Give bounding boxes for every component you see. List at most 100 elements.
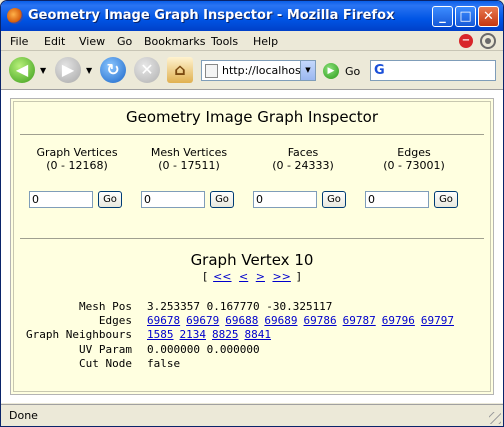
edge-link[interactable]: 69786 [304,314,337,327]
close-button[interactable]: ✕ [478,6,499,27]
title-bar[interactable]: Geometry Image Graph Inspector - Mozilla… [1,1,503,31]
neighbour-link[interactable]: 8841 [245,328,272,341]
menu-bookmarks[interactable]: Bookmarks [144,35,205,48]
graph-neighbours-row: Graph Neighbours 1585 2134 8825 8841 [14,328,490,342]
page-title: Geometry Image Graph Inspector [125,108,379,126]
mesh-vertex-input[interactable] [141,191,205,208]
vertex-title: Graph Vertex 10 [190,251,314,269]
edge-link[interactable]: 69688 [225,314,258,327]
prev-vertex-link[interactable]: < [239,270,248,283]
home-button[interactable]: ⌂ [167,57,193,83]
graph-vertices-column: Graph Vertices (0 - 12168) [22,146,132,172]
window-title: Geometry Image Graph Inspector - Mozilla… [28,8,395,23]
back-dropdown-icon[interactable]: ▼ [40,66,46,75]
neighbour-link[interactable]: 8825 [212,328,239,341]
inspector-inner-frame: Geometry Image Graph Inspector Graph Ver… [13,101,491,392]
mesh-vertices-caption: Mesh Vertices [150,146,228,159]
last-vertex-link[interactable]: >> [272,270,290,283]
back-arrow-icon: ◀ [15,60,29,79]
face-input[interactable] [253,191,317,208]
back-button[interactable]: ◀ [9,57,35,83]
edge-input[interactable] [365,191,429,208]
forward-dropdown-icon[interactable]: ▼ [86,66,92,75]
divider-middle [20,238,484,239]
page-icon [205,64,218,78]
menu-go[interactable]: Go [117,35,132,48]
edges-links: 69678 69679 69688 69689 69786 69787 69796 69797 [147,314,460,328]
cut-node-value: false [147,356,181,370]
status-text: Done [9,409,38,422]
graph-vertices-range: (0 - 12168) [46,159,108,172]
url-input[interactable] [222,63,300,78]
nav-open-bracket: [ [203,270,208,283]
reload-icon: ↻ [106,60,120,79]
edge-link[interactable]: 69689 [264,314,297,327]
edge-link[interactable]: 69796 [382,314,415,327]
menu-file[interactable]: File [10,35,28,48]
address-bar[interactable]: ▼ [201,60,316,81]
mesh-pos-row: Mesh Pos 3.253357 0.167770 -30.325117 [14,300,490,314]
mesh-vertex-go-button[interactable]: Go [210,191,234,208]
faces-column: Faces (0 - 24333) [248,146,358,172]
google-search-icon[interactable]: G [374,63,390,78]
faces-range: (0 - 24333) [272,159,334,172]
edge-link[interactable]: 69679 [186,314,219,327]
menu-bar: File Edit View Go Bookmarks Tools Help − [1,31,503,51]
face-go-button[interactable]: Go [322,191,346,208]
vertex-navigation: [ << < > >> ] [14,270,490,283]
navigation-toolbar: ◀ ▼ ▶ ▼ ↻ ✕ ⌂ ▼ ▶ Go G [1,52,503,90]
home-icon: ⌂ [174,60,186,79]
graph-vertex-input[interactable] [29,191,93,208]
menu-view[interactable]: View [79,35,105,48]
faces-caption: Faces [287,146,319,159]
edges-range: (0 - 73001) [383,159,445,172]
mesh-vertices-range: (0 - 17511) [158,159,220,172]
edge-link[interactable]: 69797 [421,314,454,327]
edge-link[interactable]: 69787 [343,314,376,327]
throbber-icon [480,33,496,49]
first-vertex-link[interactable]: << [213,270,231,283]
graph-neighbours-label: Graph Neighbours [26,328,132,342]
forward-button[interactable]: ▶ [55,57,81,83]
uv-param-value: 0.000000 0.000000 [147,342,260,356]
mesh-pos-value: 3.253357 0.167770 -30.325117 [147,300,333,313]
graph-vertex-go-button[interactable]: Go [98,191,122,208]
status-bar: Done [1,404,503,426]
nav-close-bracket: ] [296,270,301,283]
stop-button[interactable]: ✕ [134,57,160,83]
stop-loading-icon[interactable]: − [459,34,473,48]
mesh-vertices-column: Mesh Vertices (0 - 17511) [134,146,244,172]
reload-button[interactable]: ↻ [100,57,126,83]
minimize-button[interactable]: _ [432,6,453,27]
graph-vertices-caption: Graph Vertices [36,146,118,159]
go-arrow-icon[interactable]: ▶ [323,63,339,79]
edges-label: Edges [98,314,132,328]
mesh-pos-label: Mesh Pos [79,300,132,313]
firefox-icon [7,8,23,24]
menu-help[interactable]: Help [253,35,278,48]
edge-go-button[interactable]: Go [434,191,458,208]
edges-column: Edges (0 - 73001) [359,146,469,172]
menu-edit[interactable]: Edit [44,35,65,48]
forward-arrow-icon: ▶ [61,60,75,79]
stop-icon: ✕ [140,60,154,79]
edge-link[interactable]: 69678 [147,314,180,327]
cut-node-row: Cut Node false [14,357,490,371]
url-dropdown-icon[interactable]: ▼ [300,61,315,80]
uv-param-row: UV Param 0.000000 0.000000 [14,343,490,357]
vertex-details: Mesh Pos 3.253357 0.167770 -30.325117 Ed… [14,300,490,371]
browser-window: Geometry Image Graph Inspector - Mozilla… [0,0,504,427]
menu-tools[interactable]: Tools [211,35,238,48]
divider-top [20,134,484,135]
search-box[interactable]: G [370,60,496,81]
resize-grip[interactable] [489,412,501,424]
cut-node-label: Cut Node [79,356,132,370]
next-vertex-link[interactable]: > [256,270,265,283]
neighbour-link[interactable]: 1585 [147,328,174,341]
go-label[interactable]: Go [345,65,360,78]
edges-caption: Edges [397,146,431,159]
edges-row: Edges 69678 69679 69688 69689 69786 69787 6979… [14,314,490,328]
maximize-button[interactable]: □ [455,6,476,27]
graph-neighbours-links: 1585 2134 8825 8841 [147,328,277,342]
neighbour-link[interactable]: 2134 [180,328,207,341]
